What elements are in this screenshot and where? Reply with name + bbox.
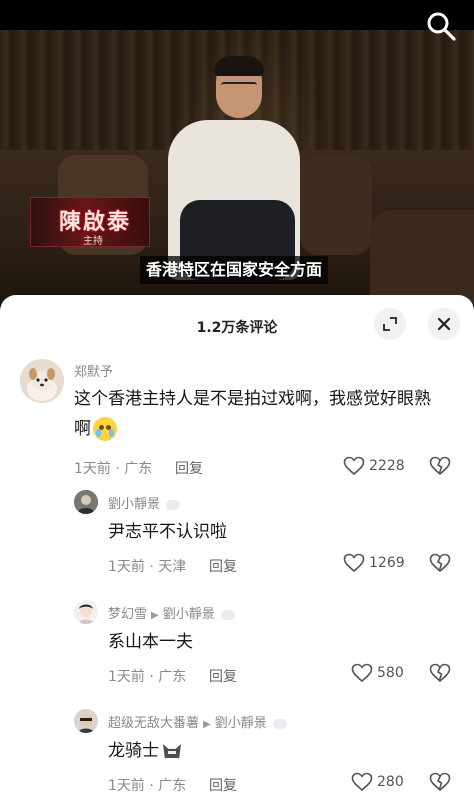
reply-text: 龙骑士 [108, 736, 183, 766]
comments-sheet: 1.2万条评论 郑默予 这个香港主持人是不是拍过戏啊，我感觉好眼熟 啊 1天前 … [0, 295, 474, 800]
chat-bubble-icon [272, 718, 287, 729]
like-button[interactable]: 1269 [343, 553, 405, 573]
broken-heart-icon [429, 553, 451, 573]
heart-icon [343, 553, 365, 573]
dislike-button[interactable] [429, 456, 451, 480]
reply-text: 尹志平不认识啦 [108, 522, 227, 542]
reply-time-location: 1天前 · 广东 [108, 669, 187, 685]
broken-heart-icon [429, 456, 451, 476]
reply-time-location: 1天前 · 天津 [108, 559, 187, 575]
status-bar-area [0, 0, 474, 30]
avatar[interactable] [20, 359, 64, 403]
search-icon [427, 12, 456, 41]
dislike-button[interactable] [429, 663, 451, 687]
dog-avatar-icon [20, 359, 64, 403]
crying-laughing-emoji-icon [93, 417, 117, 441]
heart-icon [351, 663, 373, 683]
broken-heart-icon [429, 772, 451, 792]
comment-time-location: 1天前 · 广东 [74, 461, 153, 477]
avatar[interactable] [74, 490, 98, 514]
close-icon [437, 317, 451, 331]
like-count: 1269 [369, 555, 405, 571]
reply-button[interactable]: 回复 [209, 775, 237, 795]
comment-text: 这个香港主持人是不是拍过戏啊，我感觉好眼熟 啊 [74, 389, 431, 441]
user-avatar-icon [74, 709, 98, 733]
expand-button[interactable] [374, 308, 406, 340]
reply-time-location: 1天前 · 广东 [108, 778, 187, 794]
dislike-button[interactable] [429, 772, 451, 796]
like-button[interactable]: 580 [351, 663, 404, 683]
avatar[interactable] [74, 600, 98, 624]
comment-username[interactable]: 郑默予 [74, 361, 113, 380]
reply-username: 超级无敌大番薯 ▶ 劉小靜景 [108, 712, 287, 731]
like-count: 580 [377, 665, 404, 681]
reply-username: 梦幻雪 ▶ 劉小靜景 [108, 603, 235, 622]
chat-bubble-icon [220, 609, 235, 620]
avatar[interactable] [74, 709, 98, 733]
broken-heart-icon [429, 663, 451, 683]
user-avatar-icon [74, 490, 98, 514]
like-count: 2228 [369, 458, 405, 474]
host-role: 主持 [83, 236, 103, 247]
reply-arrow-icon: ▶ [151, 610, 159, 621]
reply-text: 系山本一夫 [108, 632, 193, 652]
host-name-tag: 陳啟泰 主持 [30, 197, 150, 247]
dislike-button[interactable] [429, 553, 451, 577]
video-subtitle: 香港特区在国家安全方面 [140, 256, 329, 284]
video-player[interactable]: 陳啟泰 主持 香港特区在国家安全方面 [0, 0, 474, 305]
reply-button[interactable]: 回复 [209, 556, 237, 576]
expand-icon [383, 317, 397, 331]
reply-button[interactable]: 回复 [209, 666, 237, 686]
user-avatar-icon [74, 600, 98, 624]
like-button[interactable]: 280 [351, 772, 404, 792]
knight-helmet-emoji-icon [161, 742, 183, 760]
reply-button[interactable]: 回复 [175, 458, 203, 478]
heart-icon [343, 456, 365, 476]
like-count: 280 [377, 774, 404, 790]
chat-bubble-icon [166, 499, 181, 510]
reply-username: 劉小靜景 [108, 493, 181, 512]
reply-arrow-icon: ▶ [203, 719, 211, 730]
like-button[interactable]: 2228 [343, 456, 405, 476]
heart-icon [351, 772, 373, 792]
search-button[interactable] [425, 10, 457, 42]
close-button[interactable] [428, 308, 460, 340]
